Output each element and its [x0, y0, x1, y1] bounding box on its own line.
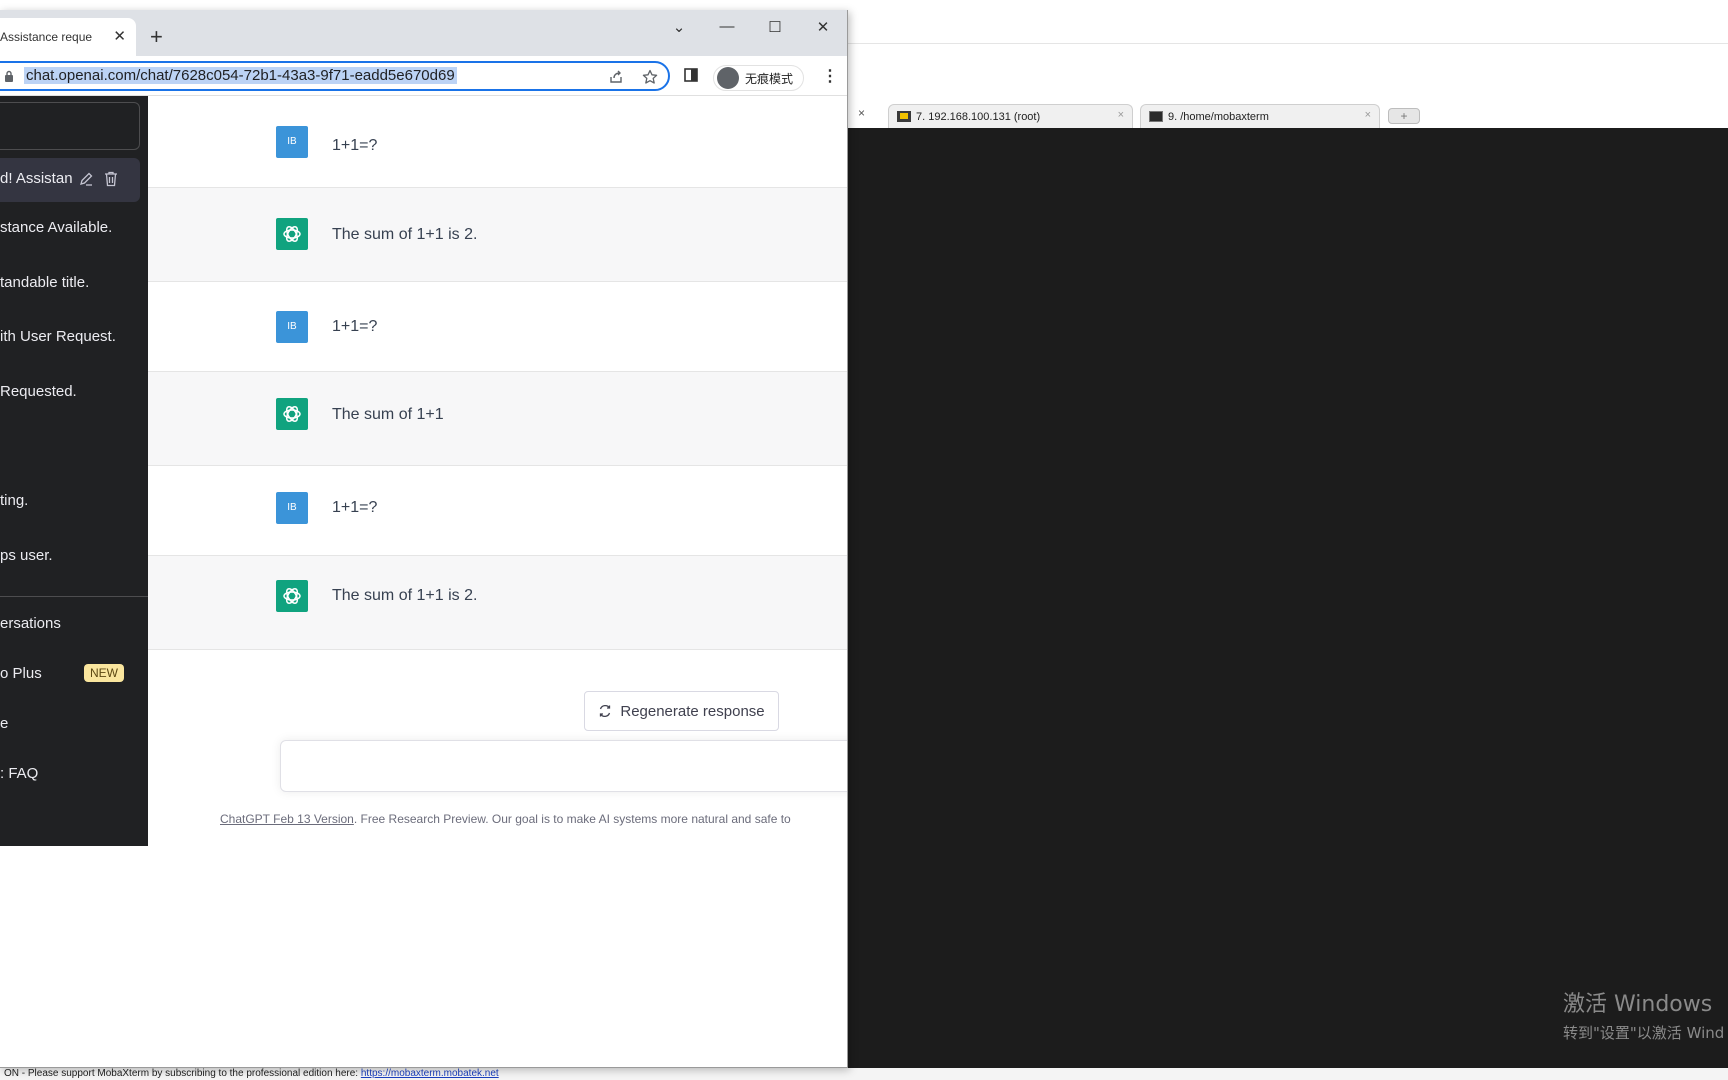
chatgpt-sidebar: d! Assistanc stance Available. tandable … [0, 96, 148, 846]
openai-logo-icon [283, 406, 301, 422]
new-badge: NEW [84, 664, 124, 682]
user-message: IB 1+1=? [148, 282, 847, 372]
browser-tab-title: Assistance reque [0, 30, 93, 44]
conversation-item[interactable]: Requested. [0, 383, 77, 400]
user-message: IB 1+1=? [148, 96, 847, 188]
footer-note: ChatGPT Feb 13 Version. Free Research Pr… [220, 812, 791, 826]
minimize-button[interactable]: — [712, 18, 742, 35]
tab-close-icon[interactable]: ✕ [113, 27, 126, 45]
incognito-indicator[interactable]: 无痕模式 [713, 65, 805, 91]
browser-menu-icon[interactable]: ⋮ [822, 66, 838, 86]
conversation-item[interactable]: ting. [0, 492, 28, 509]
moba-tab-label: 7. 192.168.100.131 (root) [916, 110, 1041, 123]
assistant-message: The sum of 1+1 is 2. [148, 556, 847, 650]
message-text: The sum of 1+1 [332, 406, 444, 423]
new-tab-button[interactable]: + [150, 24, 163, 50]
moba-new-tab-button[interactable]: + [1388, 108, 1420, 124]
windows-activation-watermark: 激活 Windows 转到"设置"以激活 Wind [1563, 986, 1724, 1043]
updates-faq-link[interactable]: : FAQ [0, 765, 38, 782]
tab-search-icon[interactable]: ⌄ [664, 18, 694, 36]
maximize-button[interactable]: ☐ [760, 18, 790, 36]
ssh-session-icon [897, 111, 911, 122]
browser-titlebar: Assistance reque ✕ + ⌄ — ☐ ✕ [0, 10, 847, 56]
chrome-window: Assistance reque ✕ + ⌄ — ☐ ✕ chat.openai… [0, 10, 848, 1068]
url-text[interactable]: chat.openai.com/chat/7628c054-72b1-43a3-… [24, 67, 457, 84]
assistant-message: The sum of 1+1 [148, 372, 847, 466]
terminal-area[interactable] [848, 128, 1728, 1068]
refresh-icon [600, 704, 611, 718]
mobaxterm-tabbar: × 7. 192.168.100.131 (root) × 9. /home/m… [848, 102, 1728, 128]
chatgpt-avatar [276, 398, 308, 430]
openai-logo-icon [283, 226, 301, 242]
edit-icon[interactable] [79, 172, 93, 186]
user-message: IB 1+1=? [148, 466, 847, 556]
message-text: 1+1=? [332, 137, 378, 154]
incognito-icon [717, 67, 739, 89]
moba-tab-close-icon[interactable]: × [1365, 109, 1371, 121]
chatgpt-avatar [276, 580, 308, 612]
share-icon[interactable] [608, 69, 624, 85]
conversation-title: d! Assistanc [0, 170, 72, 187]
user-avatar: IB [276, 126, 308, 158]
mobaxterm-toolbar-area [848, 0, 1728, 44]
terminal-icon [1149, 111, 1163, 122]
chat-thread: IB 1+1=? The sum of 1+1 is 2. IB 1+1=? T… [148, 96, 847, 846]
browser-toolbar: chat.openai.com/chat/7628c054-72b1-43a3-… [0, 56, 847, 96]
footer-text: . Free Research Preview. Our goal is to … [353, 812, 791, 826]
conversation-item[interactable]: ith User Request. [0, 328, 116, 345]
moba-tab-close-icon[interactable]: × [1118, 109, 1124, 121]
mobatek-link[interactable]: https://mobaxterm.mobatek.net [361, 1068, 499, 1079]
conversation-item[interactable]: ps user. [0, 547, 53, 564]
moba-tab-close-icon[interactable]: × [858, 106, 865, 120]
conversation-item[interactable]: stance Available. [0, 219, 112, 236]
new-chat-button[interactable] [0, 102, 140, 150]
prompt-input[interactable] [280, 740, 847, 792]
version-link[interactable]: ChatGPT Feb 13 Version [220, 812, 354, 826]
openai-logo-icon [283, 588, 301, 604]
user-avatar: IB [276, 311, 308, 343]
trash-icon[interactable] [104, 171, 118, 187]
close-window-button[interactable]: ✕ [808, 18, 838, 36]
moba-tab-ssh[interactable]: 7. 192.168.100.131 (root) × [888, 104, 1133, 128]
message-text: The sum of 1+1 is 2. [332, 226, 478, 243]
message-text: The sum of 1+1 is 2. [332, 587, 478, 604]
side-panel-icon[interactable] [684, 68, 698, 82]
conversation-item[interactable]: tandable title. [0, 274, 89, 291]
message-text: 1+1=? [332, 318, 378, 335]
activation-subtitle: 转到"设置"以激活 Wind [1563, 1024, 1725, 1042]
moba-tab-local[interactable]: 9. /home/mobaxterm × [1140, 104, 1380, 128]
regenerate-response-button[interactable]: Regenerate response [584, 691, 779, 731]
lock-icon[interactable] [4, 70, 14, 83]
mobaxterm-status-bar: ON - Please support MobaXterm by subscri… [0, 1068, 1728, 1080]
message-text: 1+1=? [332, 499, 378, 516]
clear-conversations-link[interactable]: ersations [0, 615, 61, 632]
regenerate-label: Regenerate response [620, 702, 765, 720]
moba-tab-label: 9. /home/mobaxterm [1168, 110, 1269, 123]
chatgpt-avatar [276, 218, 308, 250]
activation-title: 激活 Windows [1563, 992, 1713, 1017]
incognito-label: 无痕模式 [745, 71, 794, 86]
user-avatar: IB [276, 492, 308, 524]
browser-tab-active[interactable]: Assistance reque ✕ [0, 18, 136, 56]
sidebar-divider [0, 596, 148, 597]
upgrade-plus-link[interactable]: o Plus [0, 665, 42, 682]
theme-mode-link[interactable]: e [0, 715, 8, 732]
address-bar[interactable]: chat.openai.com/chat/7628c054-72b1-43a3-… [0, 61, 670, 91]
assistant-message: The sum of 1+1 is 2. [148, 188, 847, 282]
conversation-item-active[interactable]: d! Assistanc [0, 158, 140, 202]
status-text: ON - Please support MobaXterm by subscri… [4, 1068, 361, 1079]
bookmark-star-icon[interactable] [642, 69, 658, 85]
